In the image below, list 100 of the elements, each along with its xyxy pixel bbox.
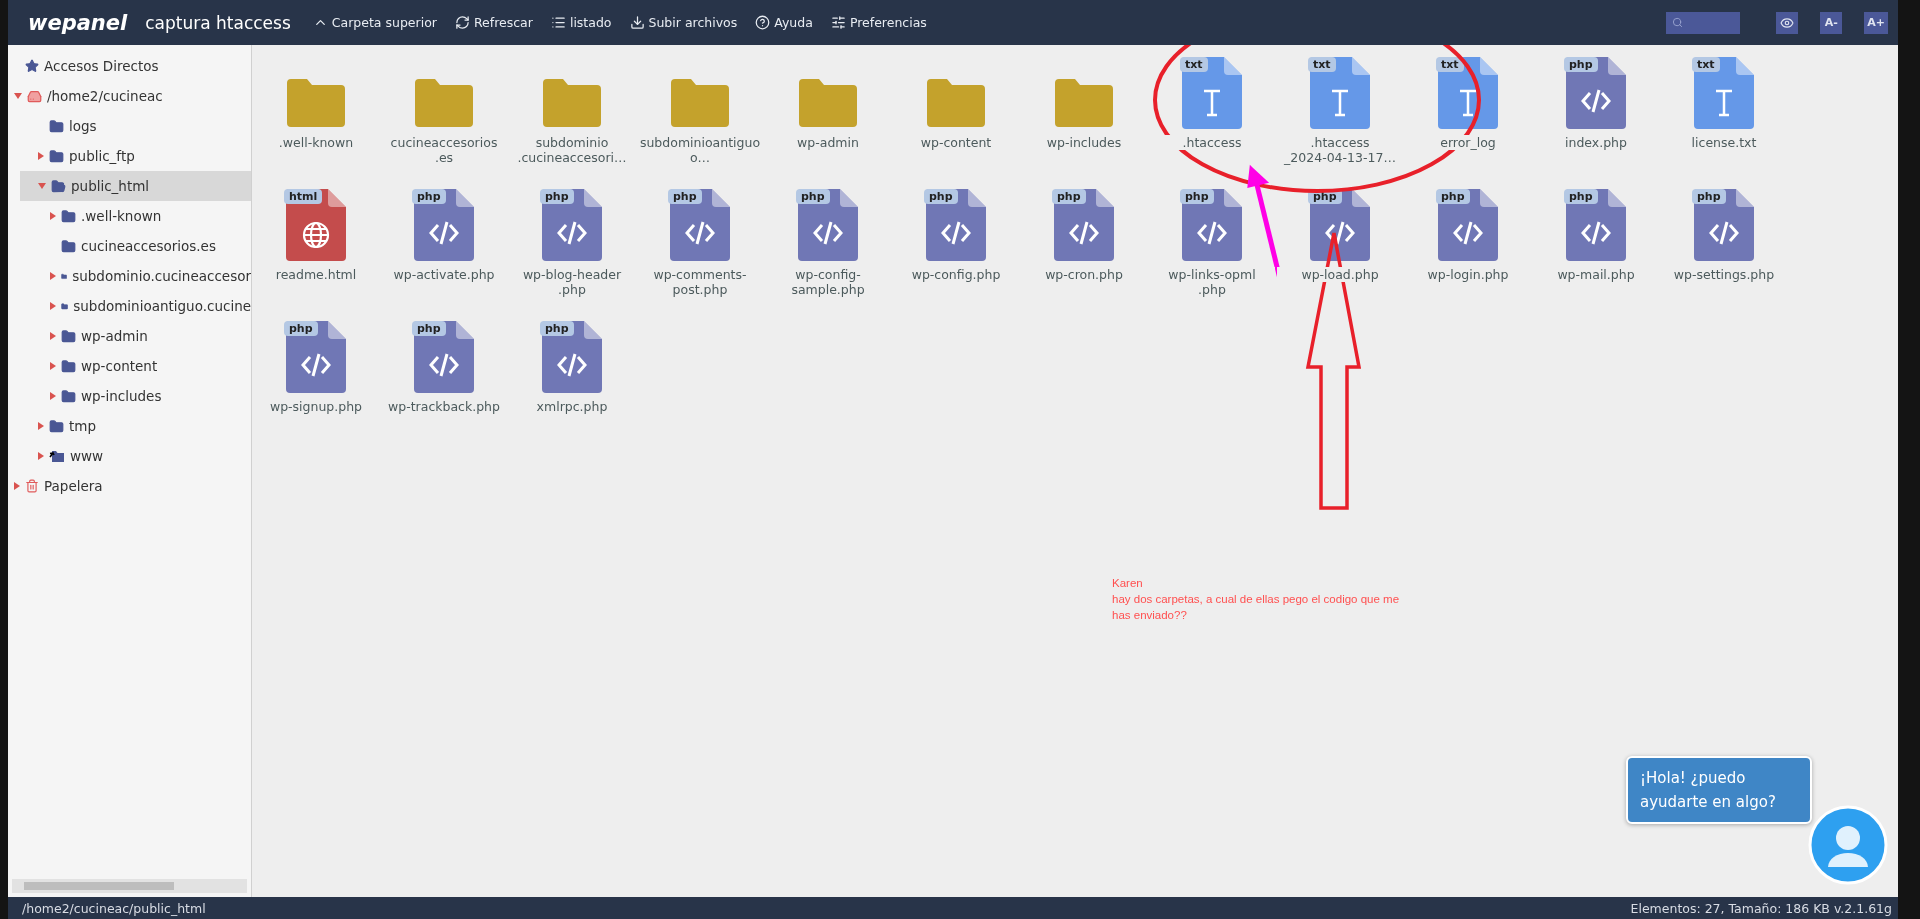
file-item[interactable]: txt .htaccess _2024-04-13-17… [1276, 55, 1404, 175]
caret-icon[interactable] [38, 183, 46, 189]
folder-icon [669, 77, 731, 129]
file-item[interactable]: wp-content [892, 55, 1020, 175]
tree-item[interactable]: public_ftp [20, 141, 251, 171]
search-field[interactable] [1666, 11, 1741, 34]
caret-icon[interactable] [14, 93, 22, 99]
file-item[interactable]: php wp-settings.php [1660, 187, 1788, 307]
scrollbar[interactable] [12, 879, 247, 893]
caret-icon[interactable] [50, 392, 56, 400]
toolbar-button[interactable]: Subir archivos [629, 13, 738, 32]
file-type-badge: php [796, 189, 830, 204]
code-file-icon [542, 189, 602, 261]
file-item[interactable]: php wp-mail.php [1532, 187, 1660, 307]
caret-icon[interactable] [50, 332, 56, 340]
folder-icon [49, 418, 64, 434]
toolbar-button[interactable]: Carpeta superior [312, 13, 437, 32]
folder-icon [797, 77, 859, 129]
file-item[interactable]: cucineaccesorios .es [380, 55, 508, 175]
refresh-icon [454, 15, 470, 30]
caret-icon[interactable] [38, 152, 44, 160]
file-type-badge: php [284, 321, 318, 336]
file-type-badge: txt [1180, 57, 1208, 72]
file-item[interactable]: wp-admin [764, 55, 892, 175]
file-type-badge: php [1180, 189, 1214, 204]
avatar[interactable] [1808, 805, 1888, 885]
file-item[interactable]: html readme.html [252, 187, 380, 307]
code-file-icon [286, 321, 346, 393]
caret-icon[interactable] [50, 212, 56, 220]
tree-item[interactable]: wp-content [20, 351, 251, 381]
file-item[interactable]: php wp-signup.php [252, 319, 380, 439]
file-type-badge: php [1564, 57, 1598, 72]
code-file-icon [1566, 189, 1626, 261]
tree-item[interactable]: public_html [20, 171, 251, 201]
toolbar-button[interactable]: Preferencias [830, 13, 927, 32]
code-file-icon [798, 189, 858, 261]
file-name: subdominioantiguo o… [637, 135, 763, 165]
file-type-badge: php [1692, 189, 1726, 204]
caret-icon[interactable] [14, 482, 20, 490]
file-item[interactable]: php wp-load.php [1276, 187, 1404, 307]
file-item[interactable]: txt license.txt [1660, 55, 1788, 175]
file-item[interactable]: txt error_log [1404, 55, 1532, 175]
trash-icon [25, 479, 39, 493]
caret-icon[interactable] [38, 422, 44, 430]
tree-item[interactable]: cucineaccesorios.es [20, 231, 251, 261]
file-item[interactable]: php wp-comments- post.php [636, 187, 764, 307]
file-item[interactable]: .well-known [252, 55, 380, 175]
tree-item[interactable]: Accesos Directos [8, 51, 251, 81]
file-item[interactable]: subdominioantiguo o… [636, 55, 764, 175]
file-item[interactable]: txt .htaccess [1148, 55, 1276, 175]
file-item[interactable]: php wp-cron.php [1020, 187, 1148, 307]
file-item[interactable]: php xmlrpc.php [508, 319, 636, 439]
folder-icon [61, 208, 76, 224]
tree-item[interactable]: Papelera [8, 471, 251, 501]
folder-icon [61, 358, 76, 374]
file-type-badge: php [924, 189, 958, 204]
code-file-icon [1182, 189, 1242, 261]
folder-icon [51, 178, 66, 194]
star-icon [25, 59, 39, 73]
file-item[interactable]: php wp-login.php [1404, 187, 1532, 307]
font-size-button[interactable]: A- [1820, 11, 1843, 34]
tree-item[interactable]: logs [20, 111, 251, 141]
caret-icon[interactable] [38, 452, 44, 460]
file-item[interactable]: wp-includes [1020, 55, 1148, 175]
tree-item[interactable]: tmp [20, 411, 251, 441]
toolbar-button[interactable]: Refrescar [454, 13, 533, 32]
folder-icon [925, 77, 987, 129]
sliders-icon [830, 15, 846, 30]
tree-item[interactable]: /home2/cucineac [8, 81, 251, 111]
tree-item[interactable]: subdominio.cucineaccesor [20, 261, 251, 291]
eye-icon [1780, 15, 1795, 30]
tree-item[interactable]: wp-admin [20, 321, 251, 351]
window-title: captura htaccess [145, 12, 291, 33]
font-size-button[interactable]: A+ [1864, 11, 1888, 34]
code-file-icon [1566, 57, 1626, 129]
caret-icon[interactable] [50, 362, 56, 370]
file-item[interactable]: php index.php [1532, 55, 1660, 175]
tree-item[interactable]: subdominioantiguo.cucine [20, 291, 251, 321]
file-item[interactable]: php wp-blog-header .php [508, 187, 636, 307]
file-item[interactable]: subdominio .cucineaccesori… [508, 55, 636, 175]
folder-icon [285, 77, 347, 129]
toolbar-button[interactable]: listado [550, 13, 612, 32]
tree-item[interactable]: www [20, 441, 251, 471]
tree-item[interactable]: wp-includes [20, 381, 251, 411]
toolbar-button[interactable]: Ayuda [755, 13, 813, 32]
chat-bubble[interactable]: ¡Hola! ¿puedo ayudarte en algo? [1626, 756, 1812, 824]
tree-item[interactable]: .well-known [20, 201, 251, 231]
file-item[interactable]: php wp-trackback.php [380, 319, 508, 439]
code-file-icon [1694, 189, 1754, 261]
file-item[interactable]: php wp-activate.php [380, 187, 508, 307]
file-item[interactable]: php wp-config.php [892, 187, 1020, 307]
view-button[interactable] [1776, 11, 1799, 34]
code-file-icon [414, 321, 474, 393]
file-type-badge: php [1052, 189, 1086, 204]
file-item[interactable]: php wp-links-opml .php [1148, 187, 1276, 307]
file-type-badge: php [1564, 189, 1598, 204]
folder-link-icon [49, 449, 65, 463]
help-icon [755, 15, 771, 30]
file-type-badge: php [540, 189, 574, 204]
file-item[interactable]: php wp-config- sample.php [764, 187, 892, 307]
